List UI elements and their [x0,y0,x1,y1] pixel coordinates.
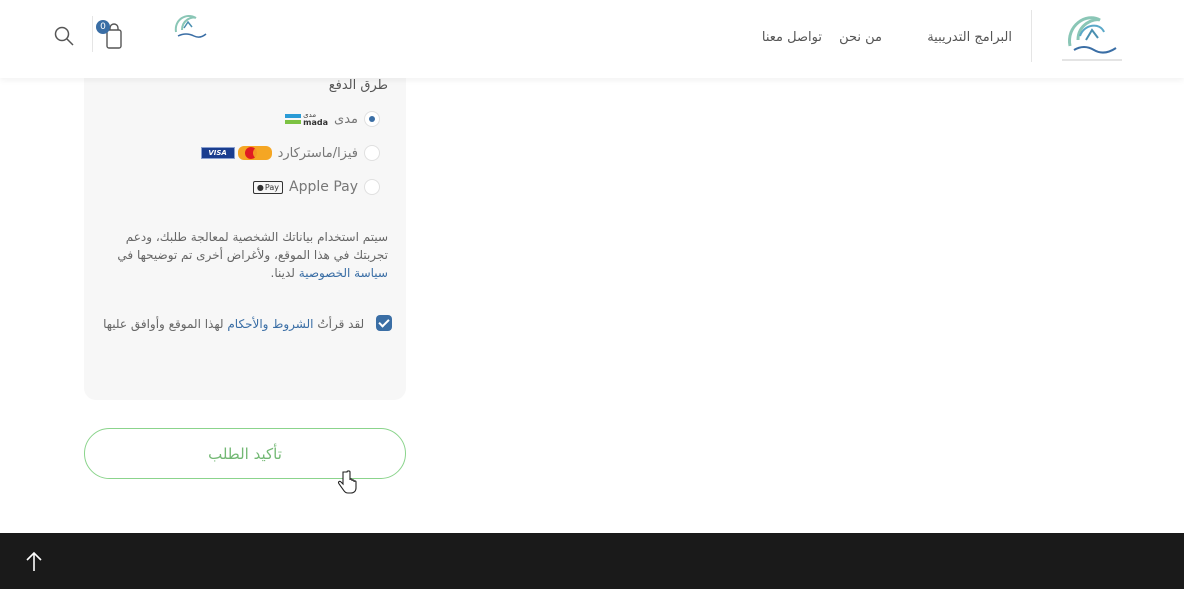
terms-link[interactable]: الشروط والأحكام [227,317,313,331]
radio-mada[interactable] [364,111,380,127]
search-icon[interactable] [52,24,76,48]
visa-badge: VISA [200,147,235,159]
nav-programs[interactable]: البرامج التدريبية [927,30,1012,45]
privacy-policy-link[interactable]: سياسة الخصوصية [299,266,388,280]
terms-agreement: لقد قرأتُ الشروط والأحكام لهذا الموقع وأ… [102,308,392,340]
nav-contact[interactable]: تواصل معنا [762,30,822,45]
privacy-text: سيتم استخدام بياناتك الشخصية لمعالجة طلب… [117,230,388,262]
visa-mastercard-logo-icon: VISA [200,146,272,160]
scroll-to-top-icon[interactable] [22,549,46,575]
site-footer [0,533,1184,589]
cart-button[interactable]: 0 [96,20,130,52]
header-divider [1031,10,1032,62]
payment-panel: طرق الدفع مدى مدى mada فيزا/ماستركارد VI… [84,60,406,400]
privacy-suffix: لدينا. [270,266,295,280]
payment-label-applepay: Apple Pay [289,179,358,195]
mada-logo-icon: مدى mada [285,111,328,127]
hand-cursor-icon [337,470,357,494]
payment-method-visa-mastercard[interactable]: فيزا/ماستركارد VISA [200,142,380,164]
payment-method-applepay[interactable]: Apple Pay ● Pay [252,176,380,198]
terms-suffix: لهذا الموقع وأوافق عليها [103,317,224,331]
payment-method-mada[interactable]: مدى مدى mada [285,108,380,130]
terms-checkbox[interactable] [376,314,392,331]
cart-count-badge: 0 [96,20,110,34]
payment-label-visa-mastercard: فيزا/ماستركارد [277,145,358,161]
radio-visa-mastercard[interactable] [364,145,380,161]
applepay-badge-text: Pay [264,182,280,192]
privacy-notice: سيتم استخدام بياناتك الشخصية لمعالجة طلب… [98,228,388,282]
mada-badge-text: mada [303,118,329,127]
nav-about[interactable]: من نحن [839,30,882,45]
secondary-logo[interactable] [168,10,210,42]
applepay-logo-icon: ● Pay [252,180,284,194]
site-header: البرامج التدريبية من نحن تواصل معنا 0 [0,0,1184,78]
payment-methods-title: طرق الدفع [328,78,388,93]
cart-divider [92,16,93,52]
radio-applepay[interactable] [364,179,380,195]
site-logo[interactable] [1056,6,1128,64]
payment-label-mada: مدى [334,111,358,127]
mastercard-icon [237,146,272,160]
terms-prefix: لقد قرأتُ [317,317,365,331]
